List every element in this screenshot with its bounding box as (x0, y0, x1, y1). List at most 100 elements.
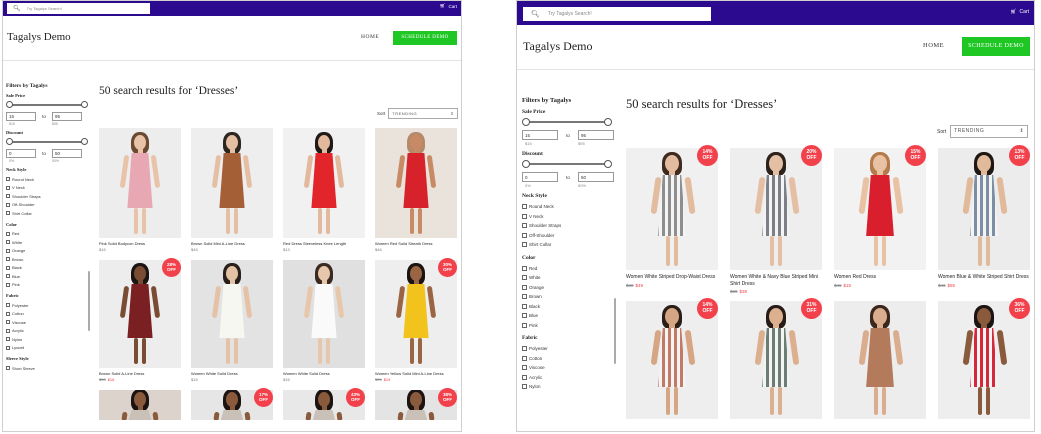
product-card[interactable]: Women Red Solid Sheath Dress $46 (375, 128, 457, 252)
checkbox[interactable] (522, 223, 527, 229)
checkbox[interactable] (6, 231, 10, 236)
checkbox[interactable] (6, 366, 10, 371)
product-name[interactable]: Women Blue & White Striped Shirt Dress (938, 274, 1030, 281)
product-image[interactable] (626, 148, 718, 270)
checkbox[interactable] (522, 242, 527, 248)
filter-option[interactable]: Pink (6, 281, 91, 290)
product-card[interactable]: 14% OFF Women White Striped Drop-Waist Dre… (626, 145, 718, 294)
filter-option[interactable]: V Neck (522, 212, 617, 222)
filter-option[interactable]: Cotton (522, 354, 617, 364)
product-card[interactable]: Red Dress Sleeveless Knee Length $13 (283, 128, 365, 252)
search-box[interactable]: 🔍︎ (7, 3, 150, 14)
checkbox[interactable] (522, 303, 527, 309)
filter-option[interactable]: Shirt Collar (6, 209, 91, 218)
checkbox[interactable] (522, 346, 527, 352)
product-image[interactable] (375, 128, 457, 238)
filter-option[interactable]: Red (522, 264, 617, 274)
search-input[interactable] (26, 6, 137, 11)
filter-option[interactable]: Red (6, 230, 91, 239)
slider-max-handle[interactable] (81, 138, 88, 145)
filter-option[interactable]: Viscose (6, 318, 91, 327)
product-card[interactable]: 31% OFF (730, 298, 822, 419)
sort-select[interactable]: TRENDING ⇕ (388, 108, 459, 119)
filter-option[interactable]: Orange (522, 283, 617, 293)
checkbox[interactable] (6, 274, 10, 279)
product-image[interactable] (730, 148, 822, 270)
filter-option[interactable]: Nylon (6, 335, 91, 344)
checkbox[interactable] (6, 337, 10, 342)
product-name[interactable]: Red Dress Sleeveless Knee Length (283, 241, 365, 246)
checkbox[interactable] (522, 384, 527, 390)
checkbox[interactable] (522, 265, 527, 271)
slider-min-handle[interactable] (6, 138, 13, 145)
filter-option[interactable]: Round Neck (522, 202, 617, 212)
filter-option[interactable]: Acrylic (6, 327, 91, 336)
discount-min-input[interactable] (6, 149, 36, 158)
product-image[interactable] (191, 128, 273, 238)
search-box[interactable]: 🔍︎ (523, 7, 711, 21)
nav-home-link[interactable]: HOME (361, 34, 379, 40)
sale-price-min-input[interactable] (6, 112, 36, 121)
sale-price-min-input[interactable] (522, 130, 558, 140)
sale-price-max-input[interactable] (578, 130, 614, 140)
product-card[interactable]: Women White Solid Dress $16 (283, 260, 365, 382)
checkbox[interactable] (522, 294, 527, 300)
sale-price-max-input[interactable] (52, 112, 82, 121)
product-name[interactable]: Women Red Dress (834, 274, 926, 281)
checkbox[interactable] (6, 240, 10, 245)
filter-option[interactable]: Viscose (522, 363, 617, 373)
product-card[interactable]: 43% OFF (283, 388, 365, 420)
product-card[interactable]: Women White Solid Dress $15 (191, 260, 273, 382)
checkbox[interactable] (6, 211, 10, 216)
filter-option[interactable]: Short Sleeve (6, 364, 91, 373)
nav-home-link[interactable]: HOME (923, 42, 944, 49)
product-card[interactable]: 30% OFF Women Yellow Solid Mini A-Line Dre… (375, 258, 457, 382)
product-card[interactable]: 28% OFF Brown Solid A-Line Dress $28 $16 (99, 258, 181, 382)
filter-option[interactable]: Cotton (6, 310, 91, 319)
filter-option[interactable]: Round Neck (6, 175, 91, 184)
filter-option[interactable]: Nylon (522, 382, 617, 392)
product-card[interactable]: Brown Solid Mini A-Line Dress $45 (191, 128, 273, 252)
filter-option[interactable]: White (6, 238, 91, 247)
product-card[interactable]: 14% OFF (626, 298, 718, 419)
product-image[interactable] (283, 260, 365, 368)
checkbox[interactable] (6, 185, 10, 190)
product-name[interactable]: Pink Solid Bodycon Dress (99, 241, 181, 246)
filter-option[interactable]: Off-Shoulder (6, 201, 91, 210)
checkbox[interactable] (6, 265, 10, 270)
checkbox[interactable] (522, 374, 527, 380)
slider-max-handle[interactable] (604, 118, 612, 126)
filter-option[interactable]: Polyester (6, 301, 91, 310)
slider-max-handle[interactable] (604, 160, 612, 168)
filter-option[interactable]: Off-Shoulder (522, 231, 617, 241)
product-name[interactable]: Women White Solid Dress (283, 371, 365, 376)
product-image[interactable] (99, 390, 181, 420)
filter-option[interactable]: Shoulder Straps (522, 221, 617, 231)
checkbox[interactable] (6, 345, 10, 350)
checkbox[interactable] (522, 232, 527, 238)
sort-select[interactable]: TRENDING ⇕ (950, 125, 1029, 138)
checkbox[interactable] (6, 177, 10, 182)
product-name[interactable]: Women White & Navy Blue Striped Mini Shi… (730, 274, 822, 287)
cart-link[interactable]: 🛒︎ Cart (440, 4, 457, 9)
discount-max-input[interactable] (52, 149, 82, 158)
product-name[interactable]: Women White Striped Drop-Waist Dress (626, 274, 718, 281)
checkbox[interactable] (6, 202, 10, 207)
slider-min-handle[interactable] (522, 118, 530, 126)
product-image[interactable] (938, 148, 1030, 270)
product-card[interactable]: 20% OFF Women White & Navy Blue Striped Mi… (730, 145, 822, 294)
checkbox[interactable] (6, 194, 10, 199)
product-name[interactable]: Women White Solid Dress (191, 371, 273, 376)
filter-option[interactable]: Blue (6, 272, 91, 281)
checkbox[interactable] (6, 257, 10, 262)
filter-option[interactable]: Brown (6, 255, 91, 264)
checkbox[interactable] (522, 313, 527, 319)
checkbox[interactable] (6, 311, 10, 316)
checkbox[interactable] (522, 204, 527, 210)
checkbox[interactable] (6, 328, 10, 333)
discount-min-input[interactable] (522, 172, 558, 182)
sidebar-scrollbar[interactable] (88, 271, 90, 331)
product-card[interactable] (99, 390, 181, 420)
filter-option[interactable]: Shirt Collar (522, 240, 617, 250)
filter-option[interactable]: Acrylic (522, 373, 617, 383)
